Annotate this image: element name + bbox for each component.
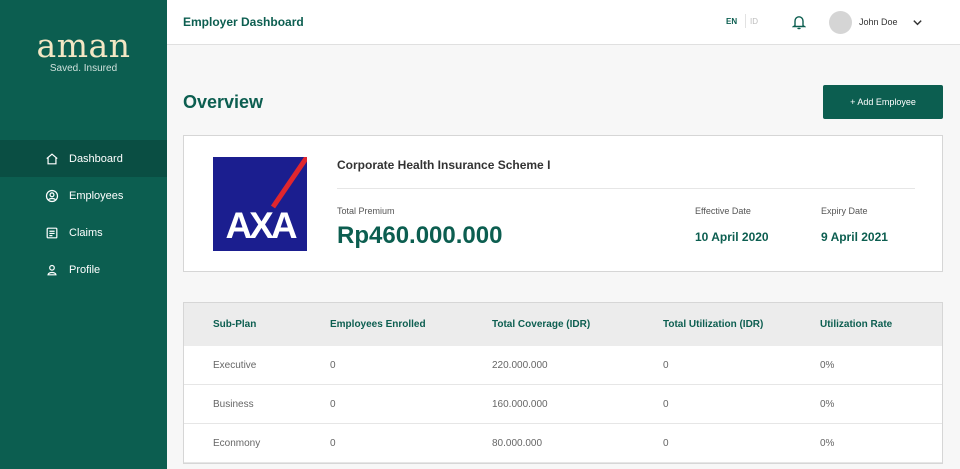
table-cell: 220.000.000 — [492, 360, 548, 371]
table-cell: 0 — [330, 438, 336, 449]
table-cell: Econmony — [213, 438, 261, 449]
sidebar-item-claims[interactable]: Claims — [0, 214, 167, 251]
column-header: Total Coverage (IDR) — [492, 319, 591, 330]
brand-tagline: Saved. Insured — [49, 63, 118, 74]
sidebar: aman Saved. Insured Dashboard Employees … — [0, 0, 167, 469]
expiry-date-value: 9 April 2021 — [821, 230, 888, 244]
user-circle-icon — [45, 189, 59, 202]
header-title: Employer Dashboard — [183, 15, 304, 29]
table-cell: Executive — [213, 360, 257, 371]
subplan-table: Sub-Plan Employees Enrolled Total Covera… — [183, 302, 943, 464]
premium-value: Rp460.000.000 — [337, 222, 503, 249]
document-icon — [46, 227, 58, 238]
page-title: Overview — [183, 92, 264, 112]
policy-card: AXA Corporate Health Insurance Scheme I … — [183, 135, 943, 272]
axa-logo-icon: AXA — [225, 157, 307, 246]
premium-label: Total Premium — [337, 206, 395, 216]
expiry-date-label: Expiry Date — [821, 206, 868, 216]
column-header: Utilization Rate — [820, 319, 893, 330]
table-cell: Business — [213, 399, 254, 410]
sidebar-item-label: Profile — [69, 263, 101, 276]
language-id-toggle[interactable]: ID — [750, 17, 758, 26]
effective-date-label: Effective Date — [695, 206, 751, 216]
bell-icon[interactable] — [792, 14, 806, 30]
language-en-toggle[interactable]: EN — [726, 17, 737, 26]
table-cell: 0% — [820, 438, 835, 449]
column-header: Total Utilization (IDR) — [663, 319, 764, 330]
sidebar-item-label: Dashboard — [69, 152, 123, 165]
table-row: Econmony 0 80.000.000 0 0% — [184, 424, 942, 463]
table-cell: 80.000.000 — [492, 438, 543, 449]
language-divider — [745, 14, 746, 28]
table-cell: 0 — [330, 360, 336, 371]
top-header: Employer Dashboard EN ID John Doe — [167, 0, 960, 45]
column-header: Sub-Plan — [213, 319, 257, 330]
table-cell: 0 — [330, 399, 336, 410]
add-employee-button[interactable]: + Add Employee — [823, 85, 943, 119]
avatar[interactable] — [829, 11, 852, 34]
table-cell: 0 — [663, 438, 669, 449]
user-name[interactable]: John Doe — [859, 17, 898, 27]
table-cell: 0% — [820, 360, 835, 371]
insurer-logo: AXA — [213, 157, 307, 251]
table-row: Executive 0 220.000.000 0 0% — [184, 346, 942, 385]
table-cell: 160.000.000 — [492, 399, 548, 410]
sidebar-item-employees[interactable]: Employees — [0, 177, 167, 214]
sidebar-item-profile[interactable]: Profile — [0, 251, 167, 288]
table-cell: 0 — [663, 360, 669, 371]
table-cell: 0% — [820, 399, 835, 410]
chevron-down-icon[interactable] — [912, 17, 923, 28]
card-divider — [337, 188, 915, 189]
sidebar-item-label: Claims — [69, 226, 103, 239]
sidebar-item-label: Employees — [69, 189, 124, 202]
sidebar-item-dashboard[interactable]: Dashboard — [0, 140, 167, 177]
brand-logo[interactable]: aman — [0, 26, 167, 65]
plan-name: Corporate Health Insurance Scheme I — [337, 158, 551, 172]
table-row: Business 0 160.000.000 0 0% — [184, 385, 942, 424]
table-cell: 0 — [663, 399, 669, 410]
column-header: Employees Enrolled — [330, 319, 426, 330]
sidebar-nav: Dashboard Employees Claims Profile — [0, 140, 167, 288]
effective-date-value: 10 April 2020 — [695, 230, 769, 244]
svg-text:AXA: AXA — [225, 205, 296, 246]
table-header: Sub-Plan Employees Enrolled Total Covera… — [184, 303, 942, 346]
home-icon — [46, 152, 58, 164]
person-icon — [47, 264, 57, 275]
